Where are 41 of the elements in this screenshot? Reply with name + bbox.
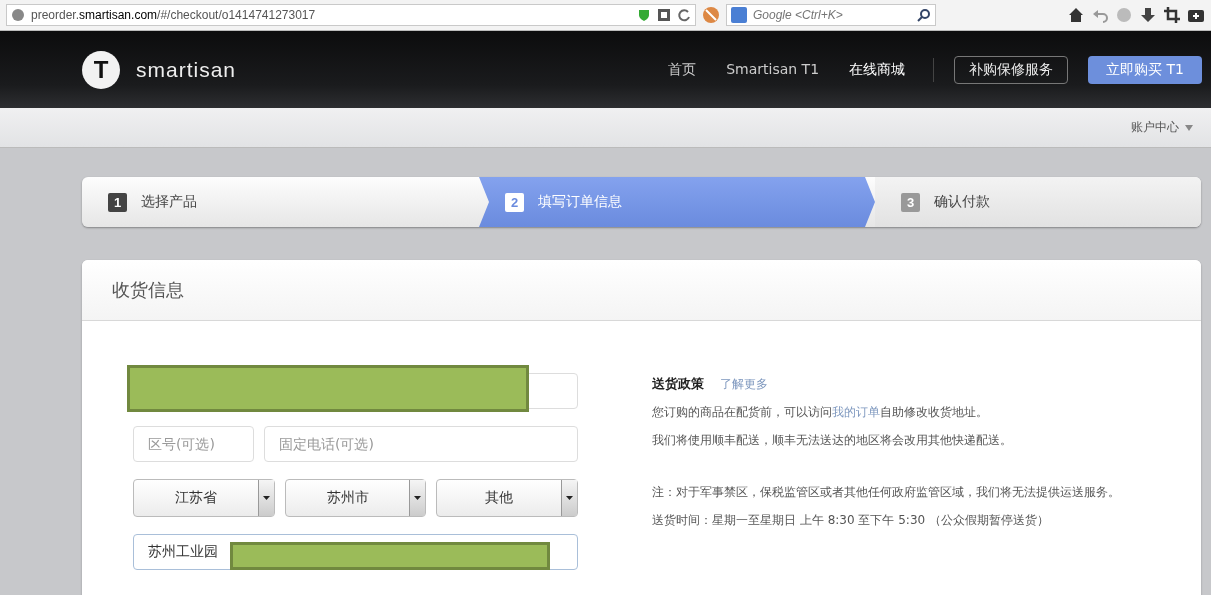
region-select[interactable]: 江苏省 bbox=[133, 479, 275, 517]
policy-text: 您订购的商品在配货前，可以访问我的订单自助修改收货地址。 bbox=[652, 404, 989, 421]
area-code-field[interactable]: 区号(可选) bbox=[133, 426, 254, 462]
address-bar[interactable]: preorder.smartisan.com/#/checkout/o1414741273017 bbox=[6, 4, 696, 26]
step-number: 2 bbox=[505, 192, 524, 212]
nav-link[interactable]: 在线商城 bbox=[849, 60, 906, 79]
caret-icon bbox=[566, 496, 573, 500]
caret-icon bbox=[262, 496, 270, 500]
crop-icon[interactable] bbox=[1163, 6, 1181, 24]
delivery-hours: 送货时间：星期一至星期日 上午 8:30 至下午 5:30 （公众假期暂停送货） bbox=[652, 512, 1050, 529]
download-icon[interactable] bbox=[1139, 6, 1157, 24]
phone-field[interactable]: 固定电话(可选) bbox=[264, 426, 578, 462]
caret-icon bbox=[414, 496, 422, 500]
step-label: 确认付款 bbox=[934, 193, 990, 211]
step-tab[interactable]: 1 选择产品 bbox=[82, 177, 479, 227]
region-select[interactable]: 苏州市 bbox=[284, 479, 427, 517]
search-icon[interactable] bbox=[917, 8, 931, 22]
policy-title: 送货政策 bbox=[652, 375, 704, 393]
brand-name[interactable]: smartisan bbox=[136, 57, 237, 82]
step-label: 填写订单信息 bbox=[538, 193, 622, 211]
home-icon[interactable] bbox=[1067, 6, 1085, 24]
logo-badge[interactable]: T bbox=[82, 50, 120, 89]
search-field[interactable]: Google <Ctrl+K> bbox=[726, 4, 936, 26]
step-number: 3 bbox=[901, 192, 920, 212]
nav-link[interactable]: 首页 bbox=[668, 60, 697, 79]
policy-text: 我们将使用顺丰配送，顺丰无法送达的地区将会改用其他快递配送。 bbox=[652, 432, 1013, 449]
policy-note: 注：对于军事禁区，保税监管区或者其他任何政府监管区域，我们将无法提供运送服务。 bbox=[652, 484, 1120, 501]
address-field[interactable]: 苏州工业园 bbox=[133, 534, 578, 570]
step-label: 选择产品 bbox=[141, 193, 197, 211]
account-menu[interactable]: 账户中心 bbox=[1131, 119, 1179, 136]
warranty-button[interactable]: 补购保修服务 bbox=[954, 55, 1069, 84]
nav-link[interactable]: Smartisan T1 bbox=[726, 60, 820, 79]
reload-icon[interactable] bbox=[677, 8, 691, 22]
url-text: preorder.smartisan.com/#/checkout/o1414741273017 bbox=[31, 8, 316, 22]
step-number: 1 bbox=[108, 192, 127, 212]
caret-icon[interactable] bbox=[1185, 124, 1193, 131]
step-tab[interactable]: 3 确认付款 bbox=[875, 177, 1201, 227]
card-title: 收货信息 bbox=[112, 278, 184, 302]
shield-icon[interactable] bbox=[637, 8, 651, 22]
region-select[interactable]: 其他 bbox=[436, 479, 578, 517]
blocked-icon[interactable] bbox=[702, 6, 720, 24]
